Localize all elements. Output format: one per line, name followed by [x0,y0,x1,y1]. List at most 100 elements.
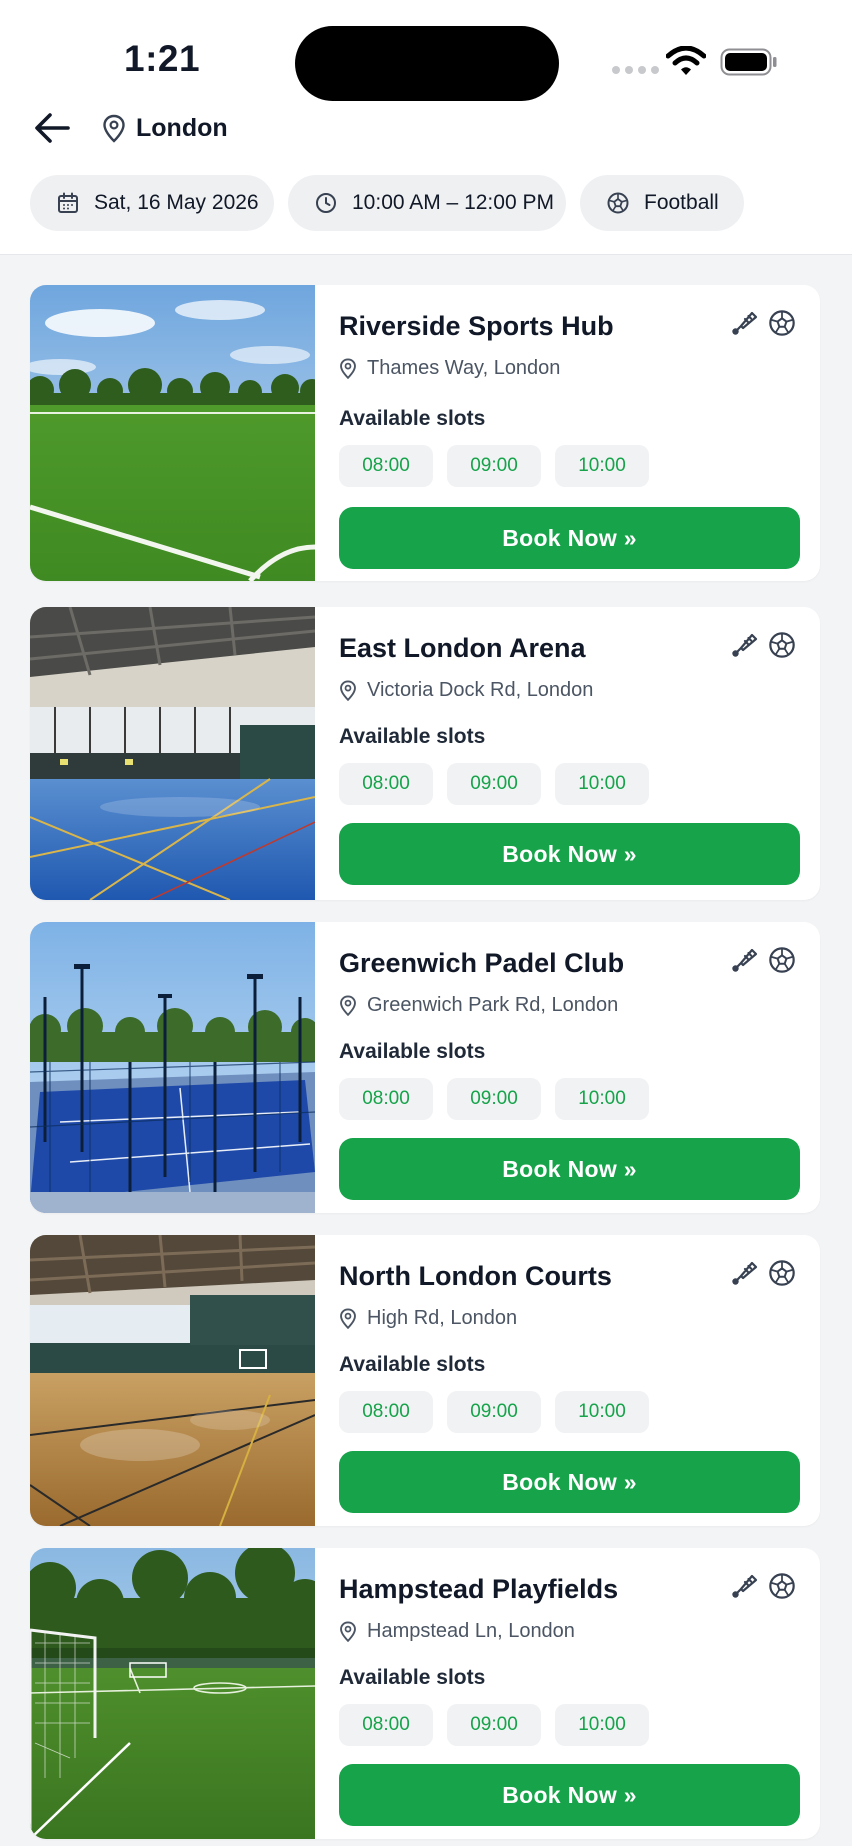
venue-address: High Rd, London [367,1307,518,1329]
soccer-ball-icon [769,310,795,336]
venue-info: East London Arena Victoria Dock Rd, Lond [339,607,800,900]
venue-address-row: Victoria Dock Rd, London [339,679,593,702]
venue-address-row: Thames Way, London [339,357,560,380]
cellular-signal-icon [612,66,659,74]
slot-button[interactable]: 09:00 [447,763,541,805]
location-title[interactable]: London [136,114,228,143]
venue-address-row: Hampstead Ln, London [339,1620,575,1643]
slot-list: 08:00 09:00 10:00 [339,763,649,805]
slot-list: 08:00 09:00 10:00 [339,445,649,487]
slot-list: 08:00 09:00 10:00 [339,1391,649,1433]
slot-button[interactable]: 08:00 [339,445,433,487]
wifi-icon [666,46,706,75]
soccer-ball-icon [769,1573,795,1599]
venue-sports [730,309,796,337]
venue-card[interactable]: North London Courts High Rd, London Avai… [30,1235,820,1526]
venue-address: Hampstead Ln, London [367,1620,575,1642]
map-pin-icon [340,680,356,701]
slot-button[interactable]: 10:00 [555,1704,649,1746]
status-time: 1:21 [124,38,201,79]
map-pin-icon [340,1621,356,1642]
status-bar: 1:21 [0,0,852,110]
slots-label: Available slots [339,1666,486,1689]
book-now-button[interactable]: Book Now » [339,1764,800,1826]
nav-row: London [0,104,852,154]
venue-address: Victoria Dock Rd, London [367,679,594,701]
venue-info: North London Courts High Rd, London Avai… [339,1235,800,1526]
shuttlecock-icon [732,948,758,972]
slots-label: Available slots [339,725,486,748]
slot-button[interactable]: 08:00 [339,1704,433,1746]
slot-button[interactable]: 10:00 [555,1391,649,1433]
sport-filter-chip[interactable]: Football [580,175,744,231]
venue-sports [730,631,796,659]
venue-info: Hampstead Playfields Hampstead Ln, Londo [339,1548,800,1839]
back-button[interactable] [30,106,74,150]
book-now-button[interactable]: Book Now » [339,823,800,885]
app-header: 1:21 London Sat, 16 May 2026 10:00 AM – … [0,0,852,255]
slots-label: Available slots [339,1040,486,1063]
sport-filter-label: Football [644,191,719,214]
slot-list: 08:00 09:00 10:00 [339,1078,649,1120]
slot-button[interactable]: 08:00 [339,1078,433,1120]
map-pin-icon [340,995,356,1016]
calendar-icon [58,192,78,213]
venue-name[interactable]: Greenwich Padel Club [339,948,624,979]
venue-photo [30,922,315,1213]
venue-photo [30,285,315,581]
venue-card[interactable]: East London Arena Victoria Dock Rd, Lond [30,607,820,900]
soccer-ball-icon [769,632,795,658]
map-pin-icon [340,1308,356,1329]
slots-label: Available slots [339,407,486,430]
dynamic-island [295,26,559,101]
venue-sports [730,946,796,974]
clock-icon [316,193,336,213]
venue-info: Riverside Sports Hub Thames Way, London [339,285,800,581]
date-filter-label: Sat, 16 May 2026 [94,191,259,214]
slot-button[interactable]: 10:00 [555,1078,649,1120]
slot-button[interactable]: 09:00 [447,1078,541,1120]
map-pin-icon [103,114,125,143]
venue-card[interactable]: Hampstead Playfields Hampstead Ln, Londo [30,1548,820,1839]
venue-address: Thames Way, London [367,357,561,379]
venue-address: Greenwich Park Rd, London [367,994,619,1016]
slot-button[interactable]: 09:00 [447,445,541,487]
slot-button[interactable]: 10:00 [555,763,649,805]
slots-label: Available slots [339,1353,486,1376]
shuttlecock-icon [732,311,758,335]
soccer-ball-icon [769,947,795,973]
time-filter-chip[interactable]: 10:00 AM – 12:00 PM [288,175,566,231]
filter-bar: Sat, 16 May 2026 10:00 AM – 12:00 PM Foo… [30,175,744,231]
venue-card[interactable]: Riverside Sports Hub Thames Way, London [30,285,820,581]
venue-photo [30,1548,315,1839]
shuttlecock-icon [732,1574,758,1598]
venue-info: Greenwich Padel Club Greenwich Park Rd, [339,922,800,1213]
venue-address-row: Greenwich Park Rd, London [339,994,618,1017]
slot-list: 08:00 09:00 10:00 [339,1704,649,1746]
venue-photo [30,1235,315,1526]
slot-button[interactable]: 09:00 [447,1704,541,1746]
date-filter-chip[interactable]: Sat, 16 May 2026 [30,175,274,231]
book-now-button[interactable]: Book Now » [339,507,800,569]
soccer-ball-icon [769,1260,795,1286]
venue-name[interactable]: North London Courts [339,1261,612,1292]
time-filter-label: 10:00 AM – 12:00 PM [352,191,554,214]
shuttlecock-icon [732,633,758,657]
venue-name[interactable]: East London Arena [339,633,586,664]
venue-card[interactable]: Greenwich Padel Club Greenwich Park Rd, [30,922,820,1213]
venue-sports [730,1259,796,1287]
venue-sports [730,1572,796,1600]
map-pin-icon [340,358,356,379]
slot-button[interactable]: 10:00 [555,445,649,487]
venue-photo [30,607,315,900]
venue-name[interactable]: Hampstead Playfields [339,1574,618,1605]
soccer-ball-icon [607,192,629,214]
book-now-button[interactable]: Book Now » [339,1138,800,1200]
slot-button[interactable]: 08:00 [339,1391,433,1433]
venue-name[interactable]: Riverside Sports Hub [339,311,614,342]
slot-button[interactable]: 08:00 [339,763,433,805]
slot-button[interactable]: 09:00 [447,1391,541,1433]
shuttlecock-icon [732,1261,758,1285]
battery-icon [720,48,777,76]
book-now-button[interactable]: Book Now » [339,1451,800,1513]
